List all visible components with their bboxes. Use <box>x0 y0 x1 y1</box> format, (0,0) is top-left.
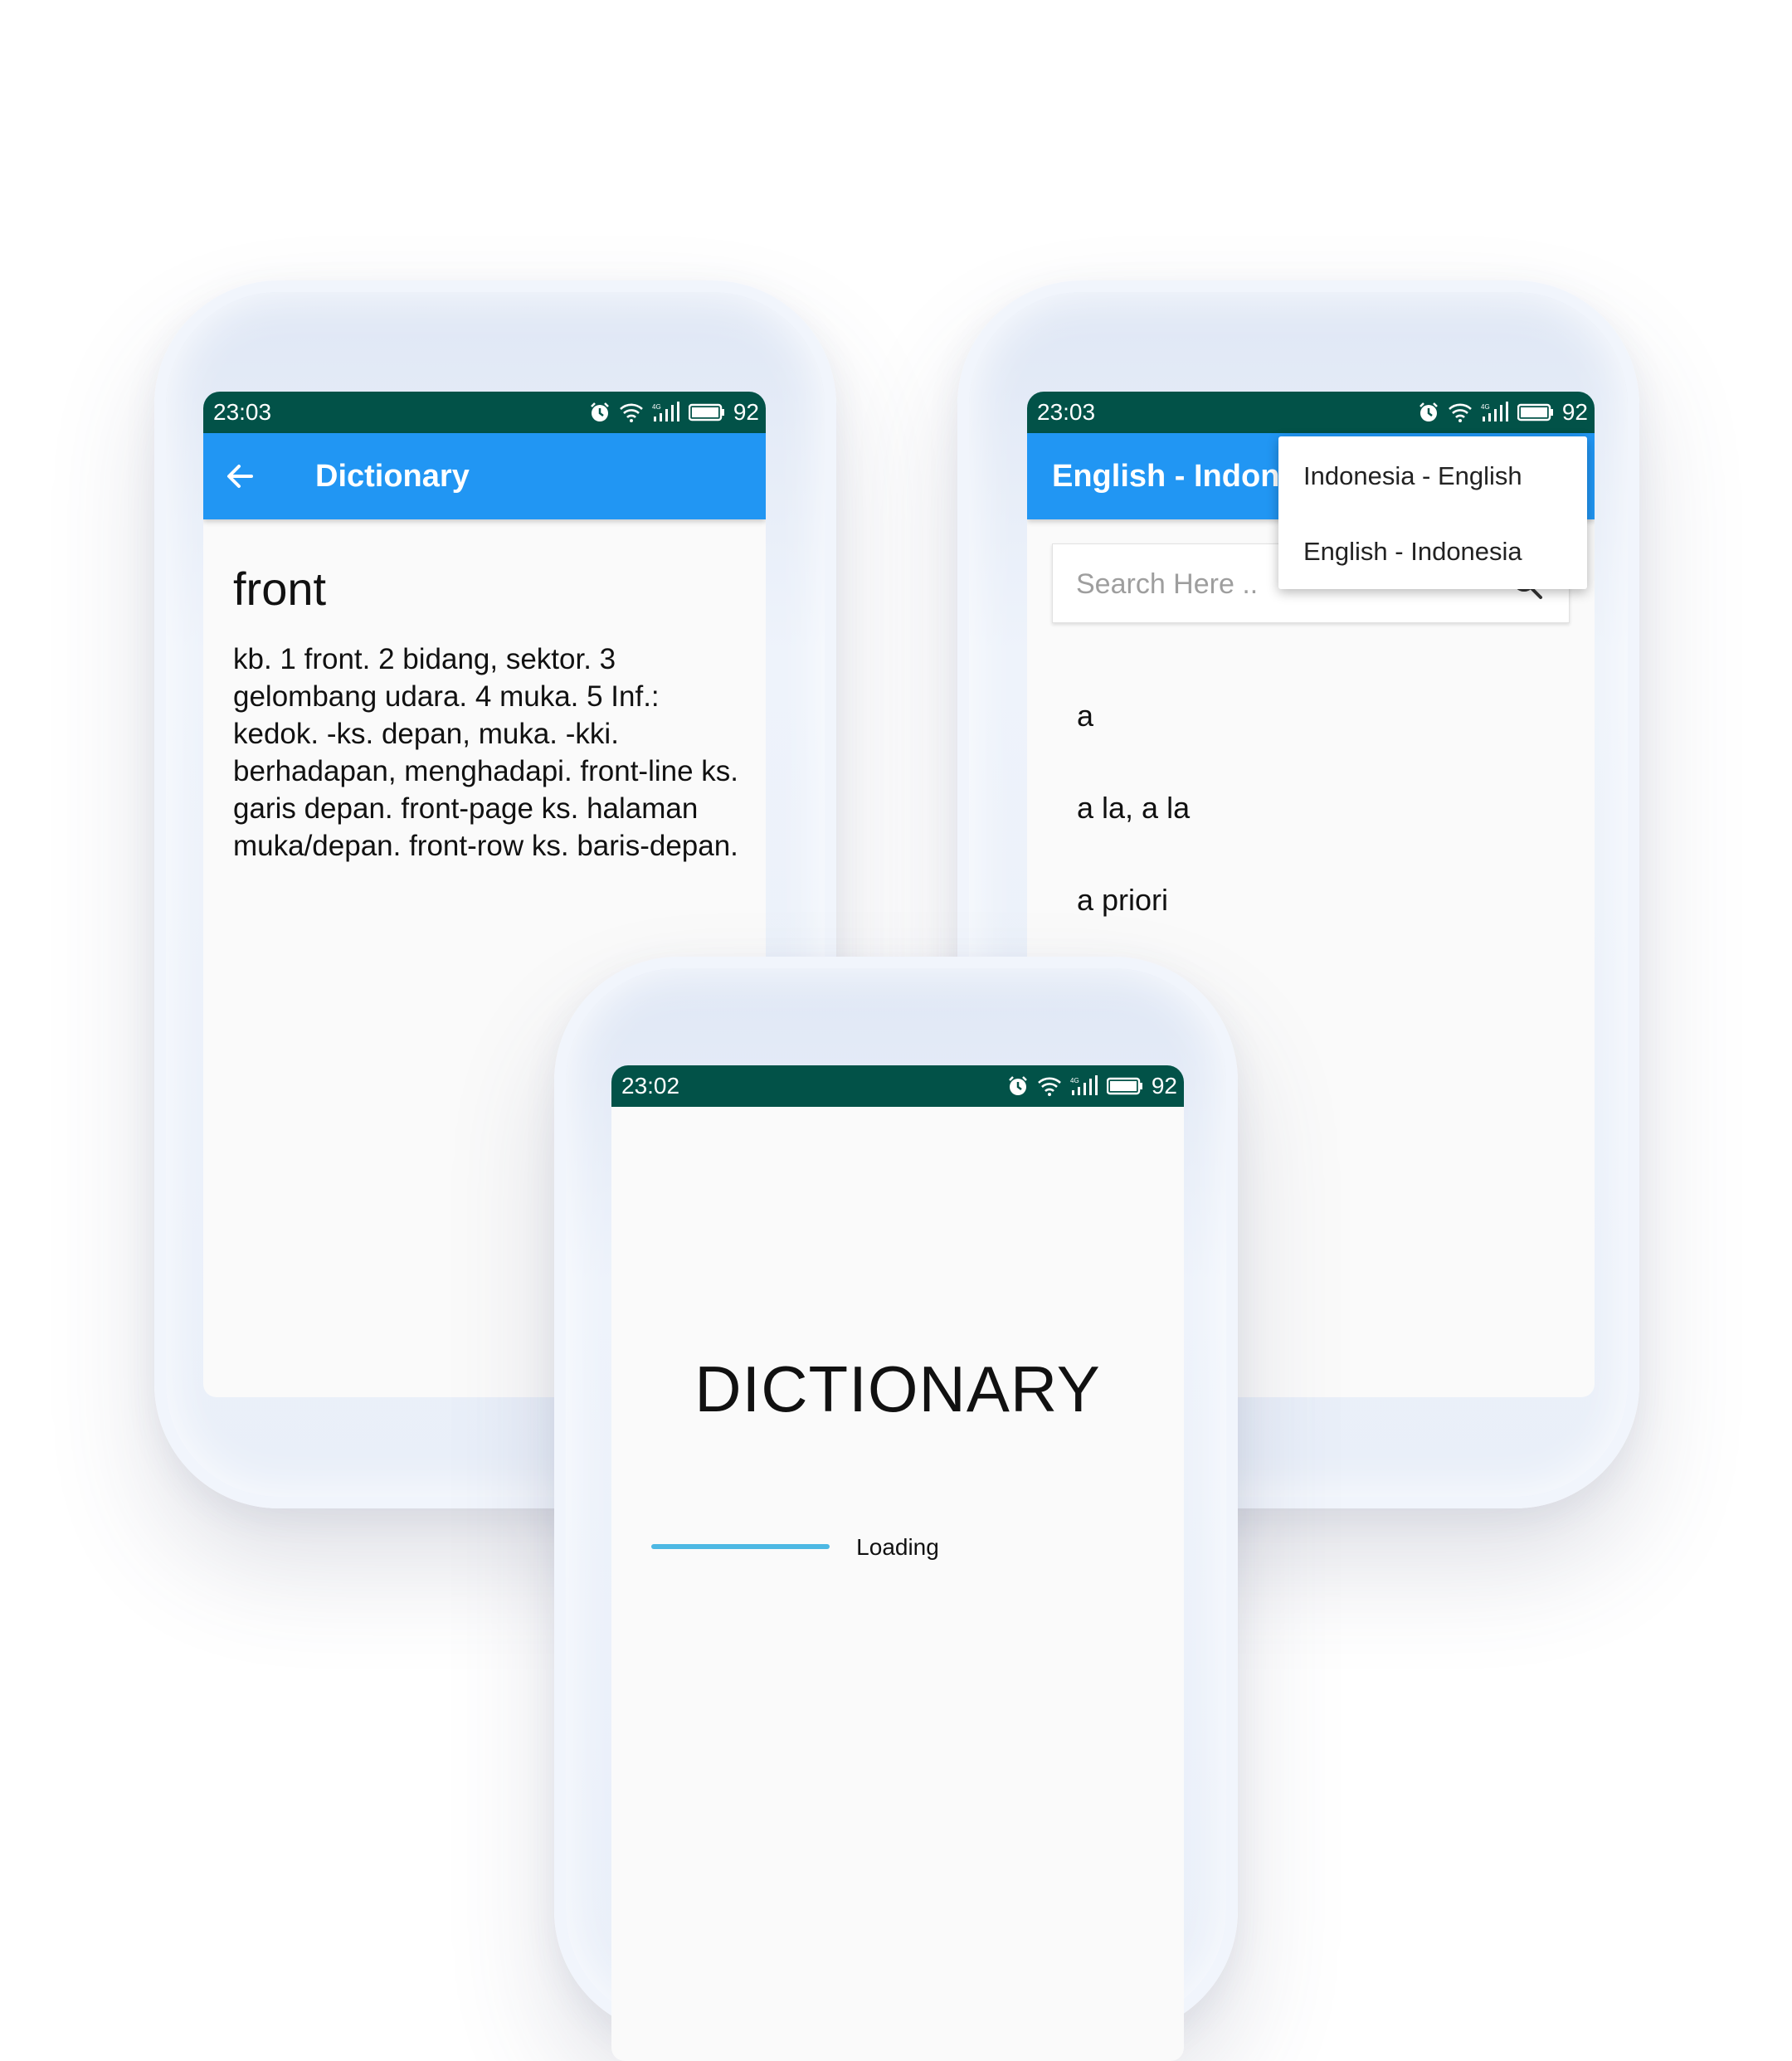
status-time: 23:02 <box>621 1073 680 1099</box>
list-item[interactable]: a la, a la <box>1077 791 1190 826</box>
signal-icon: 4G <box>652 402 679 421</box>
alarm-icon <box>590 402 609 421</box>
app-bar-title: Dictionary <box>315 459 470 494</box>
status-icons: 4G 92 <box>1418 392 1588 433</box>
splash-title: DICTIONARY <box>694 1352 1101 1425</box>
back-arrow-icon[interactable] <box>218 455 261 498</box>
battery-level: 92 <box>1151 1073 1177 1099</box>
status-bar: 23:03 4G 92 <box>1027 392 1595 433</box>
svg-text:4G: 4G <box>652 403 661 411</box>
battery-icon <box>1517 403 1553 421</box>
signal-icon: 4G <box>1481 402 1508 421</box>
app-bar-title: English - Indone <box>1052 459 1298 494</box>
word-definition: kb. 1 front. 2 bidang, sektor. 3 gelomba… <box>233 643 739 862</box>
wifi-icon <box>619 403 643 422</box>
alarm-icon <box>1419 402 1438 421</box>
status-time: 23:03 <box>213 399 272 425</box>
status-icons: 4G 92 <box>1007 1065 1177 1107</box>
battery-icon <box>1106 1077 1142 1095</box>
status-icons: 4G 92 <box>589 392 759 433</box>
dropdown-option[interactable]: English - Indonesia <box>1303 537 1522 567</box>
language-dropdown-menu: Indonesia - English English - Indonesia <box>1278 436 1587 589</box>
battery-level: 92 <box>1561 399 1588 425</box>
signal-icon: 4G <box>1070 1075 1098 1095</box>
loading-progress-bar <box>651 1544 1146 1549</box>
wifi-icon <box>1037 1077 1061 1096</box>
list-item[interactable]: a <box>1077 699 1093 733</box>
svg-text:4G: 4G <box>1070 1077 1079 1084</box>
app-bar: Dictionary <box>203 433 766 519</box>
phone-splash: 23:02 4G 92 DICTIONARY Loading <box>554 957 1238 2061</box>
list-item[interactable]: a priori <box>1077 883 1168 918</box>
status-bar: 23:03 4G 92 <box>203 392 766 433</box>
screen-splash: 23:02 4G 92 DICTIONARY Loading <box>611 1065 1184 2061</box>
word-title: front <box>233 563 327 615</box>
battery-level: 92 <box>733 399 759 425</box>
status-time: 23:03 <box>1037 399 1096 425</box>
status-bar: 23:02 4G 92 <box>611 1065 1184 1107</box>
svg-text:4G: 4G <box>1481 403 1490 411</box>
loading-progress-fill <box>651 1544 830 1549</box>
wifi-icon <box>1448 403 1472 422</box>
alarm-icon <box>1008 1076 1027 1095</box>
battery-icon <box>688 403 724 421</box>
search-placeholder: Search Here .. <box>1076 568 1259 600</box>
dropdown-option[interactable]: Indonesia - English <box>1303 461 1522 491</box>
